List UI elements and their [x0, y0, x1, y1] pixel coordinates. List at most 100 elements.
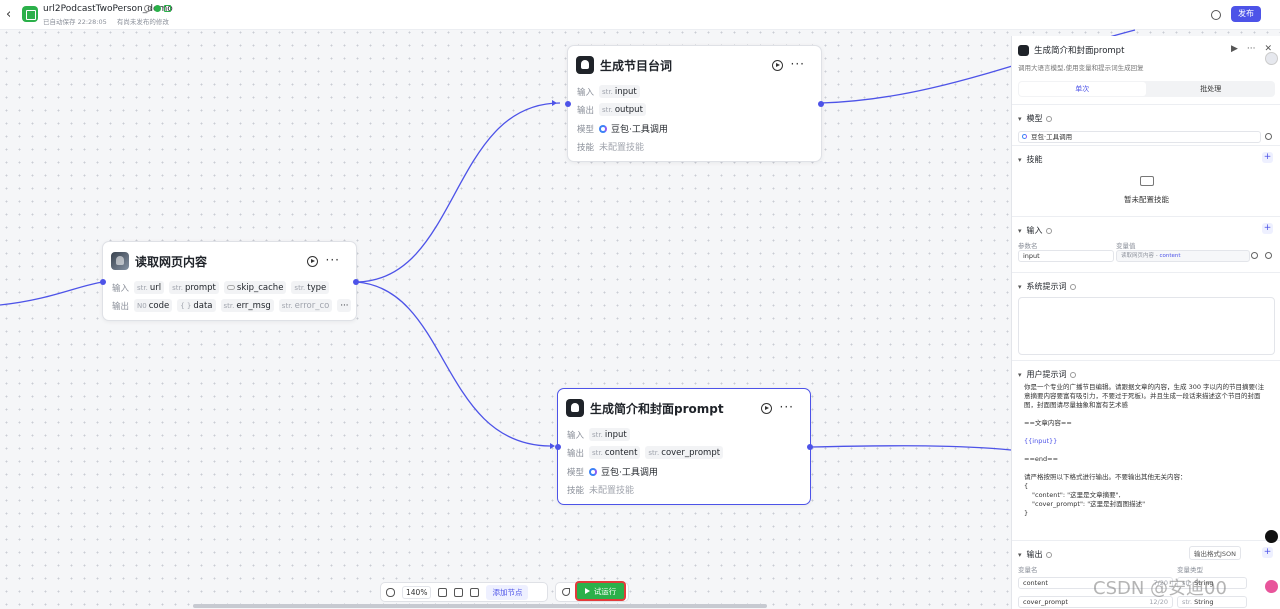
section-title: 输出	[1026, 550, 1043, 559]
gear-icon[interactable]	[1265, 133, 1272, 140]
wrench-icon[interactable]	[562, 588, 570, 596]
user-prompt-section: ▾ 用户提示词 你是一个专业的广播节目编辑。请跟据文章的内容，生成 300 字以内…	[1012, 360, 1280, 540]
input-port[interactable]	[565, 101, 571, 107]
tab-batch[interactable]: 批处理	[1148, 82, 1275, 96]
node-outputs: 输出 N0 code { } data str. err_msg str. error_…	[112, 299, 356, 312]
model-label: 模型	[567, 467, 585, 478]
watermark: CSDN @安迪00	[1093, 578, 1227, 599]
input-port[interactable]	[555, 444, 561, 450]
chevron-down-icon[interactable]: ▾	[1018, 551, 1022, 559]
param-value-header: 变量值	[1116, 242, 1136, 250]
chevron-down-icon[interactable]: ▾	[1018, 115, 1022, 123]
panel-title: 生成简介和封面prompt	[1034, 46, 1125, 56]
zoom-select[interactable]: 140%	[402, 585, 432, 599]
node-outputs: 输出 str. content str. cover_prompt	[567, 446, 728, 459]
output-label: 输出	[112, 301, 130, 312]
tab-single[interactable]: 单次	[1019, 82, 1146, 96]
skill-empty-text: 暂未配置技能	[1124, 195, 1169, 204]
output-port[interactable]	[807, 444, 813, 450]
node-skills: 技能 未配置技能	[577, 140, 644, 154]
run-node-icon[interactable]	[307, 256, 318, 267]
system-prompt-textarea[interactable]	[1018, 297, 1275, 355]
node-config-panel: 生成简介和封面prompt ▶ ··· ✕ 调用大语言模型,使用变量和提示词生成…	[1011, 36, 1280, 609]
doubao-model-icon	[589, 467, 597, 476]
output-format-select[interactable]: 输出格式JSON	[1188, 546, 1241, 560]
more-outputs-icon[interactable]: ···	[337, 299, 352, 312]
more-icon[interactable]: ···	[1247, 44, 1256, 54]
param-value-ref[interactable]: 读取网页内容 - content	[1116, 250, 1250, 262]
prompt-line: "content": "这里是文章摘要",	[1032, 491, 1121, 499]
add-node-button[interactable]: 添加节点	[486, 584, 529, 600]
section-title: 技能	[1026, 155, 1043, 164]
add-skill-button[interactable]: +	[1262, 152, 1273, 163]
prompt-line: ==文章内容==	[1024, 419, 1072, 427]
node-read-webpage[interactable]: 读取网页内容 ··· 输入 str. url str. prompt skip_ca…	[100, 241, 359, 321]
output-port[interactable]	[818, 101, 824, 107]
node-title: 读取网页内容	[135, 254, 208, 269]
run-icon[interactable]: ▶	[1231, 44, 1238, 54]
edge-intro-to-end	[810, 445, 1012, 451]
ref-field-name: content	[1159, 253, 1181, 259]
user-prompt-textarea[interactable]: 你是一个专业的广播节目编辑。请跟据文章的内容，生成 300 字以内的节目摘要(注…	[1024, 383, 1270, 518]
input-port[interactable]	[100, 279, 106, 285]
input-label: 输入	[112, 283, 130, 294]
mouse-mode-icon[interactable]	[386, 587, 395, 597]
horizontal-scrollbar[interactable]	[193, 604, 767, 608]
node-skills: 技能 未配置技能	[567, 483, 634, 497]
test-run-button[interactable]: 试运行	[575, 581, 626, 601]
skill-label: 技能	[577, 142, 595, 153]
llm-icon	[566, 399, 584, 417]
minimap-icon[interactable]	[470, 587, 480, 597]
add-input-button[interactable]: +	[1262, 223, 1273, 234]
run-node-icon[interactable]	[772, 60, 783, 71]
llm-icon	[576, 56, 594, 74]
add-output-button[interactable]: +	[1262, 547, 1273, 558]
prompt-line: {	[1024, 482, 1029, 490]
chevron-down-icon[interactable]: ▾	[1018, 156, 1022, 164]
node-inputs: 输入 str. input	[577, 85, 645, 98]
output-tag: str. output	[599, 103, 646, 116]
prompt-variable: {{input}}	[1024, 437, 1058, 445]
more-icon[interactable]: ···	[326, 253, 340, 267]
play-icon	[584, 588, 590, 594]
input-tag: str. input	[589, 428, 630, 441]
user-avatar[interactable]	[1265, 580, 1278, 593]
run-node-icon[interactable]	[761, 403, 772, 414]
section-title: 系统提示词	[1026, 282, 1067, 291]
comment-icon[interactable]	[438, 587, 448, 597]
node-generate-script[interactable]: 生成节目台词 ··· 输入 str. input 输出 str. output 模型…	[565, 45, 824, 162]
system-prompt-section: ▾ 系统提示词	[1012, 272, 1280, 360]
prompt-line: }	[1024, 509, 1029, 517]
skill-label: 技能	[567, 485, 585, 496]
section-title: 输入	[1026, 226, 1043, 235]
plugin-icon	[111, 252, 129, 270]
canvas-toolbar: 140% 添加节点	[380, 582, 548, 602]
side-dock-icon[interactable]	[1265, 52, 1278, 65]
model-section: ▾ 模型 豆包·工具调用	[1012, 104, 1280, 144]
ref-node-name: 读取网页内容 -	[1121, 253, 1160, 259]
node-generate-intro-cover[interactable]: 生成简介和封面prompt ··· 输入 str. input 输出 str. co…	[555, 388, 813, 505]
output-port[interactable]	[353, 279, 359, 285]
param-name-input[interactable]: input	[1018, 250, 1114, 262]
output-tag: N0 code	[134, 299, 173, 312]
output-tag: str. cover_prompt	[645, 446, 724, 459]
more-icon[interactable]: ···	[780, 400, 794, 414]
remove-icon[interactable]	[1265, 252, 1272, 259]
chevron-down-icon[interactable]: ▾	[1018, 283, 1022, 291]
gear-icon[interactable]	[1251, 252, 1258, 259]
model-name: 豆包·工具调用	[611, 125, 668, 135]
output-tag: str. err_msg	[220, 299, 274, 312]
run-mode-tabs: 单次 批处理	[1018, 81, 1275, 97]
input-label: 输入	[567, 430, 585, 441]
output-tag: { } data	[177, 299, 216, 312]
more-icon[interactable]: ···	[791, 57, 805, 71]
input-tag: skip_cache	[223, 281, 287, 294]
info-icon	[1045, 551, 1052, 558]
model-select[interactable]: 豆包·工具调用	[1018, 131, 1261, 143]
layout-icon[interactable]	[454, 587, 464, 597]
assistant-icon[interactable]	[1265, 530, 1278, 543]
section-title: 模型	[1026, 114, 1043, 123]
chevron-down-icon[interactable]: ▾	[1018, 371, 1022, 379]
input-tag: str. url	[134, 281, 165, 294]
chevron-down-icon[interactable]: ▾	[1018, 227, 1022, 235]
